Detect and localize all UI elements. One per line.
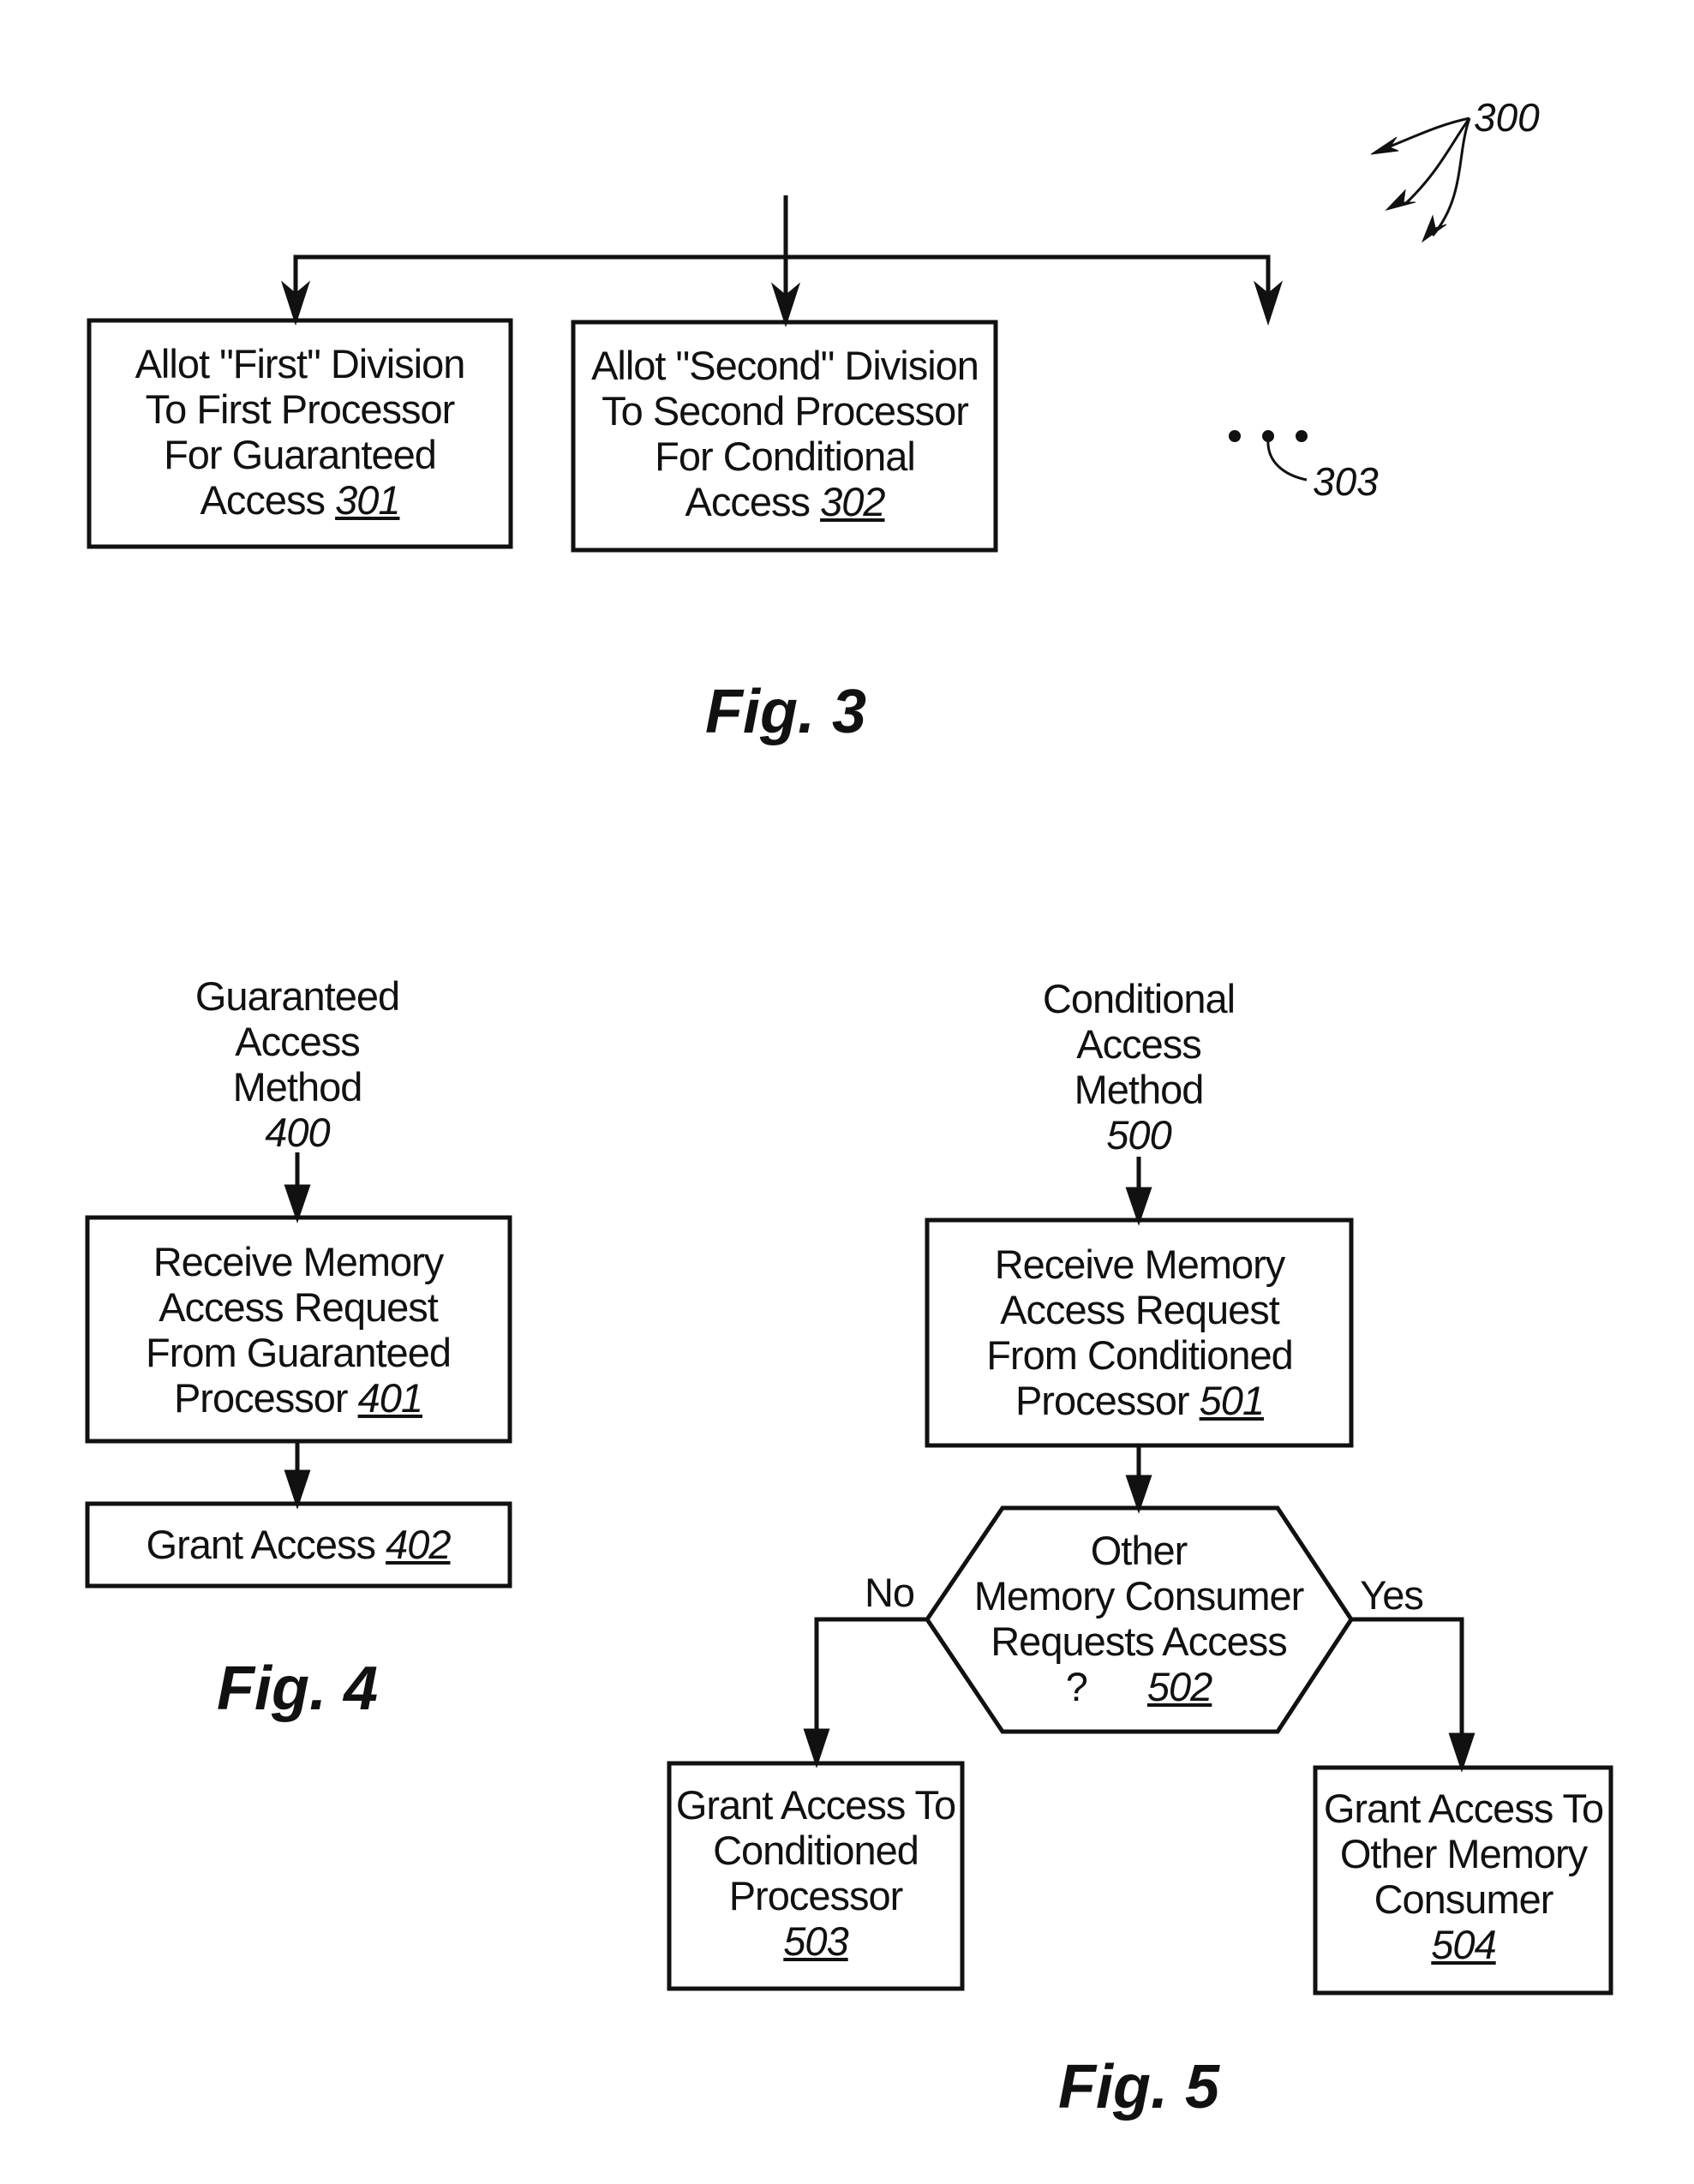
ref-301: 301 [335,477,400,523]
ref-401: 401 [357,1375,423,1421]
box-line: Other Memory [1339,1831,1588,1876]
box-line: Processor [728,1873,904,1918]
fig5-arrowhead-start [1125,1187,1152,1226]
ref-302: 302 [820,479,885,524]
ref-503: 503 [783,1918,848,1964]
branch-yes-label: Yes [1360,1572,1424,1618]
fig4-box-402-text: Grant Access 402 [146,1522,452,1567]
box-line: To First Processor [145,386,456,432]
title-line: Method [1074,1067,1205,1112]
box-line: For Conditional [655,434,916,479]
fig5-caption: Fig. 5 [1057,2053,1220,2121]
box-line: Allot "First" Division [135,341,466,386]
box-line: Access Request [1000,1287,1280,1332]
decision-line: Requests Access [991,1619,1288,1664]
box-line: Grant Access To [675,1782,956,1828]
box-line-text: Access [685,479,811,524]
fig4-caption: Fig. 4 [216,1654,379,1723]
title-line: Method [232,1064,363,1110]
title-line: Access [1076,1021,1202,1067]
title-line: Access [235,1019,361,1064]
ref-402: 402 [386,1522,451,1567]
fig5-branch-yes [1351,1617,1464,1734]
fig3-box-301-text: Allot "First" Division To First Processo… [135,341,466,523]
ref-303-label: 303 [1313,459,1379,504]
fig5-box-501-text: Receive Memory Access Request From Condi… [986,1242,1294,1423]
box-line: Receive Memory [994,1242,1286,1287]
ref-501: 501 [1199,1378,1265,1423]
ref-500: 500 [1106,1112,1171,1158]
fig4-title: Guaranteed Access Method 400 [195,973,400,1155]
box-line: Processor 501 [986,1378,1293,1423]
ref-300-arrowhead-2 [1385,188,1416,211]
fig5-arrowhead-yes [1448,1732,1476,1773]
ellipsis-dot [1296,430,1308,442]
ref-300-label: 300 [1474,95,1540,140]
ellipsis-dot [1262,430,1274,442]
box-line: Conditioned [713,1828,919,1873]
box-line-text: Processor [173,1375,349,1421]
box-line: From Guaranteed [146,1330,452,1375]
fig3-caption: Fig. 3 [704,678,867,746]
box-line-text: Grant Access [146,1522,376,1567]
fig5-title: Conditional Access Method 500 [1042,976,1236,1158]
box-line: To Second Processor [602,388,969,434]
box-line: Access 302 [591,479,979,524]
branch-no-label: No [864,1570,915,1615]
ref-400: 400 [265,1110,330,1155]
decision-line: Other [1090,1528,1188,1573]
fig5-branch-no [814,1617,927,1729]
ref-300-leader-3 [1431,117,1471,236]
decision-line: ? 502 [974,1664,1304,1709]
fig4-arrowhead-start [284,1184,311,1224]
box-line-text: Processor [1015,1378,1190,1423]
ref-502: 502 [1146,1664,1212,1709]
fig5-decision-text: Other Memory Consumer Requests Access ? 5… [973,1528,1305,1709]
fig3-box-302-text: Allot "Second" Division To Second Proces… [591,343,979,524]
box-line: Receive Memory [153,1239,445,1284]
box-line: Grant Access To [1323,1786,1604,1831]
decision-line: Memory Consumer [973,1573,1305,1619]
fig5-box-503-text: Grant Access To Conditioned Processor 50… [675,1782,956,1964]
box-line: Access 301 [135,477,465,523]
fig5-box-504-text: Grant Access To Other Memory Consumer 50… [1323,1786,1604,1967]
ref-303-leader [1266,438,1308,482]
title-line: Guaranteed [195,973,400,1019]
ellipsis-dot [1229,430,1241,442]
fig4-arrowhead-402 [284,1469,311,1510]
box-line: For Guaranteed [164,432,437,477]
title-line: Conditional [1042,976,1236,1021]
fig5-arrowhead-502 [1125,1475,1152,1514]
box-line: From Conditioned [986,1332,1294,1378]
fig4-box-401-text: Receive Memory Access Request From Guara… [146,1239,452,1421]
fig5-arrowhead-no [803,1728,830,1768]
box-line: Processor 401 [146,1375,451,1421]
box-line: Allot "Second" Division [591,343,979,388]
ref-504: 504 [1431,1922,1496,1967]
box-line: Consumer [1374,1876,1554,1922]
question-mark: ? [1065,1664,1088,1709]
box-line-text: Access [200,477,326,523]
box-line: Access Request [159,1284,439,1330]
